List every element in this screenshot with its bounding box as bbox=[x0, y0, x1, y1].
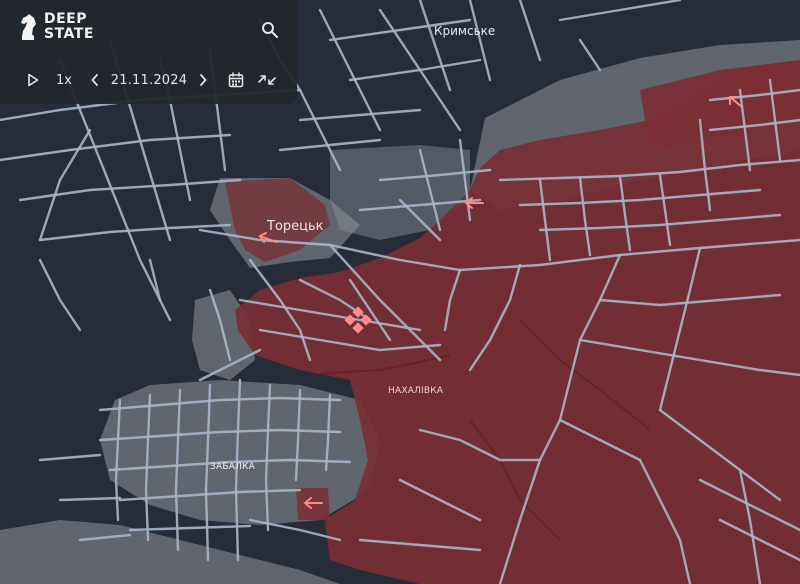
calendar-icon bbox=[228, 72, 244, 88]
search-icon bbox=[262, 22, 278, 38]
calendar-button[interactable] bbox=[226, 70, 246, 90]
compare-button[interactable] bbox=[256, 70, 278, 90]
chevron-right-icon bbox=[200, 74, 207, 86]
current-date[interactable]: 21.11.2024 bbox=[111, 70, 187, 90]
deepstate-knight-logo bbox=[21, 14, 36, 40]
city-label-toretsk: Торецьк bbox=[267, 219, 324, 234]
district-label-zabalka: ЗАБАЛКА bbox=[210, 462, 255, 472]
play-button[interactable] bbox=[24, 70, 42, 90]
app-name-line2: STATE bbox=[44, 26, 94, 42]
play-icon bbox=[28, 73, 39, 87]
app-name-line1: DEEP bbox=[44, 11, 88, 27]
previous-date-button[interactable] bbox=[86, 70, 104, 90]
town-label-krymske: Кримське bbox=[434, 24, 496, 38]
chevron-left-icon bbox=[91, 74, 98, 86]
search-button[interactable] bbox=[258, 18, 282, 42]
speed-toggle[interactable]: 1x bbox=[52, 70, 76, 90]
app-name: DEEP STATE bbox=[44, 12, 94, 42]
next-date-button[interactable] bbox=[194, 70, 212, 90]
app-logo[interactable]: DEEP STATE bbox=[18, 12, 94, 42]
district-label-nakhalivka: НАХАЛІВКА bbox=[388, 386, 444, 396]
compress-arrows-icon bbox=[258, 75, 276, 85]
control-panel: DEEP STATE 1x 21.11.2024 bbox=[0, 0, 297, 104]
